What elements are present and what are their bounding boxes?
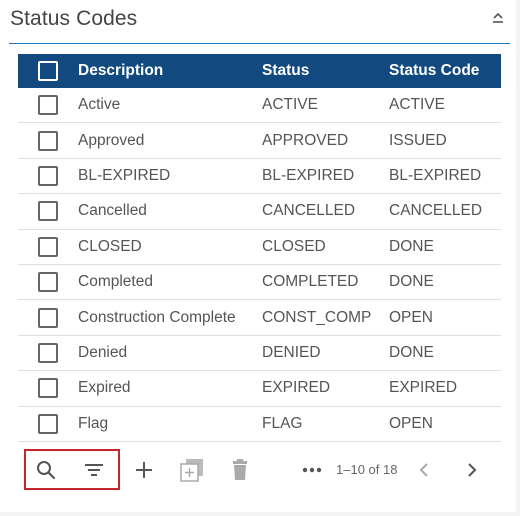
row-checkbox[interactable]	[38, 307, 58, 328]
header-divider	[9, 43, 510, 44]
table-row[interactable]: Active ACTIVE ACTIVE	[18, 88, 501, 124]
cell-status: CANCELLED	[262, 202, 356, 220]
table-row[interactable]: Denied DENIED DONE	[18, 336, 501, 372]
status-codes-panel: Status Codes Description Status Status C…	[0, 0, 516, 512]
cell-status: CONST_COMP	[262, 308, 372, 326]
table-row[interactable]: Completed COMPLETED DONE	[18, 265, 501, 301]
row-checkbox[interactable]	[38, 130, 58, 151]
cell-description: Construction Complete	[78, 308, 236, 326]
filter-icon[interactable]	[80, 456, 108, 484]
chevron-right-icon[interactable]	[458, 456, 486, 484]
table-row[interactable]: CLOSED CLOSED DONE	[18, 230, 501, 265]
cell-description: Cancelled	[78, 202, 147, 220]
search-icon[interactable]	[32, 456, 60, 484]
row-checkbox[interactable]	[38, 236, 58, 257]
cell-status: EXPIRED	[262, 379, 331, 397]
column-header-description[interactable]: Description	[78, 62, 262, 80]
cell-status: APPROVED	[262, 131, 349, 149]
grid-header-row: Description Status Status Code	[18, 54, 501, 88]
panel-header: Status Codes	[0, 0, 516, 46]
cell-status-code: DONE	[389, 237, 434, 255]
copy-icon[interactable]	[178, 456, 206, 484]
table-row[interactable]: Expired EXPIRED EXPIRED	[18, 371, 501, 407]
select-all-checkbox[interactable]	[38, 61, 58, 81]
row-checkbox[interactable]	[38, 95, 58, 116]
cell-status-code: OPEN	[389, 414, 433, 432]
column-header-status-code[interactable]: Status Code	[389, 62, 501, 80]
cell-status: DENIED	[262, 343, 321, 361]
cell-status-code: BL-EXPIRED	[389, 166, 482, 184]
cell-status-code: CANCELLED	[389, 202, 483, 220]
cell-status: CLOSED	[262, 237, 326, 255]
chevron-left-icon[interactable]	[410, 456, 438, 484]
cell-status-code: ISSUED	[389, 131, 447, 149]
cell-status: COMPLETED	[262, 273, 359, 291]
cell-status: ACTIVE	[262, 96, 318, 114]
cell-status-code: DONE	[389, 343, 434, 361]
cell-description: Active	[78, 96, 121, 114]
row-checkbox[interactable]	[38, 165, 58, 186]
table-row[interactable]: Cancelled CANCELLED CANCELLED	[18, 194, 501, 230]
row-checkbox[interactable]	[38, 342, 58, 363]
table-row[interactable]: Approved APPROVED ISSUED	[18, 123, 501, 159]
table-row[interactable]: Construction Complete CONST_COMP OPEN	[18, 300, 501, 336]
panel-title: Status Codes	[10, 7, 138, 30]
pagination-text: 1–10 of 18	[336, 462, 398, 477]
cell-description: Expired	[78, 379, 131, 397]
row-checkbox[interactable]	[38, 413, 58, 434]
cell-status-code: DONE	[389, 273, 434, 291]
cell-description: Approved	[78, 131, 145, 149]
cell-status-code: ACTIVE	[389, 96, 445, 114]
row-checkbox[interactable]	[38, 272, 58, 293]
column-header-status[interactable]: Status	[262, 62, 389, 80]
more-icon[interactable]	[298, 456, 326, 484]
cell-status: BL-EXPIRED	[262, 166, 355, 184]
collapse-icon[interactable]	[490, 10, 506, 28]
cell-status-code: EXPIRED	[389, 379, 458, 397]
cell-description: BL-EXPIRED	[78, 166, 171, 184]
delete-icon[interactable]	[226, 456, 254, 484]
grid-toolbar: 1–10 of 18	[18, 446, 501, 494]
add-icon[interactable]	[130, 456, 158, 484]
cell-status-code: OPEN	[389, 308, 433, 326]
cell-description: Flag	[78, 414, 109, 432]
row-checkbox[interactable]	[38, 378, 58, 399]
cell-description: CLOSED	[78, 237, 142, 255]
cell-description: Denied	[78, 343, 128, 361]
row-checkbox[interactable]	[38, 201, 58, 222]
cell-description: Completed	[78, 273, 153, 291]
table-row[interactable]: Flag FLAG OPEN	[18, 407, 501, 442]
table-row[interactable]: BL-EXPIRED BL-EXPIRED BL-EXPIRED	[18, 159, 501, 195]
cell-status: FLAG	[262, 414, 303, 432]
status-codes-grid: Description Status Status Code Active AC…	[18, 54, 501, 442]
